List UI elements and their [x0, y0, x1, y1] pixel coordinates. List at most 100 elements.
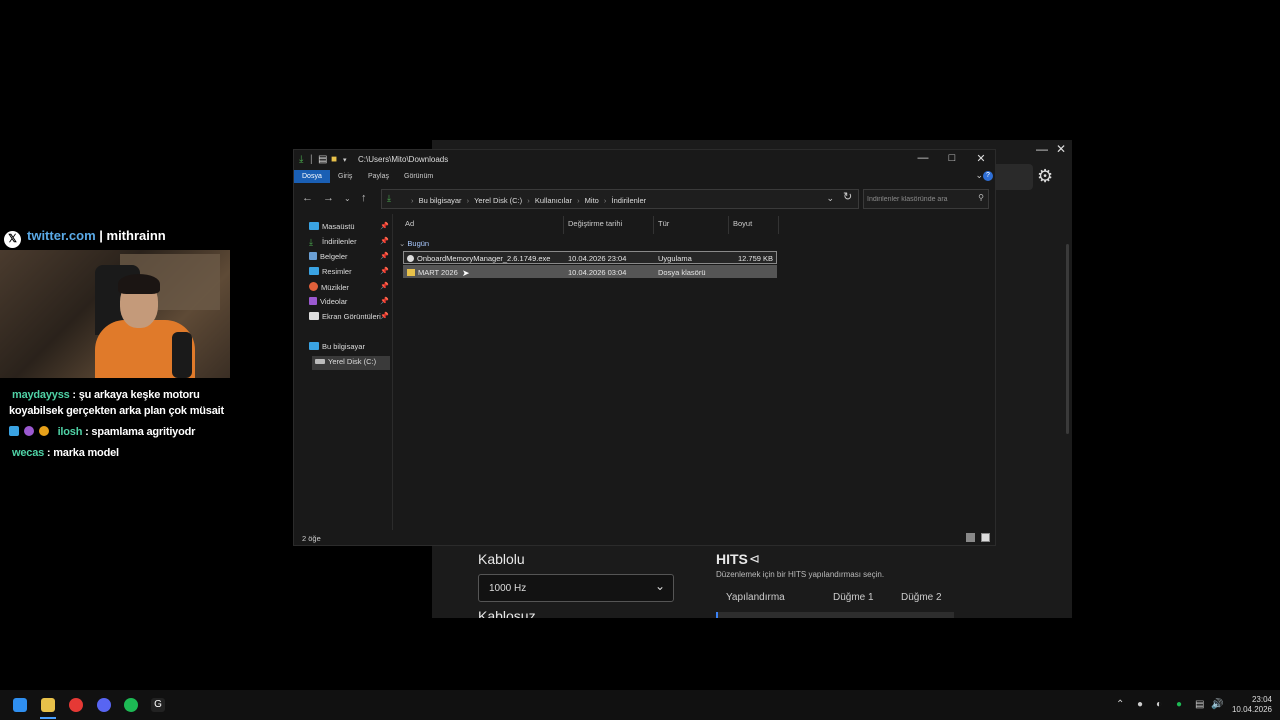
- help-icon[interactable]: ?: [983, 171, 993, 181]
- spotify-tray-icon[interactable]: ●: [1176, 699, 1182, 710]
- details-view-icon[interactable]: [966, 533, 975, 542]
- exe-icon: [407, 255, 414, 262]
- crumb-users[interactable]: Kullanıcılar: [535, 196, 572, 205]
- webcam-person-hair: [118, 274, 160, 294]
- large-icons-view-icon[interactable]: [981, 533, 990, 542]
- chevron-right-icon: ›: [527, 196, 530, 205]
- chat-message: ilosh : spamlama agritiyodr: [9, 426, 195, 438]
- column-modified[interactable]: Değiştirme tarihi: [568, 219, 622, 228]
- sidebar-item-videos[interactable]: Videolar 📌: [309, 297, 389, 311]
- status-bar: 2 öğe: [294, 530, 995, 546]
- file-name: OnboardMemoryManager_2.6.1749.exe: [417, 254, 551, 263]
- search-icon[interactable]: ⚲: [978, 193, 984, 202]
- crumb-mito[interactable]: Mito: [585, 196, 599, 205]
- pin-icon[interactable]: 📌: [380, 312, 389, 320]
- chevron-down-icon[interactable]: ⌄: [975, 170, 983, 181]
- column-divider[interactable]: [728, 216, 729, 234]
- network-icon[interactable]: ▤: [1195, 699, 1204, 710]
- share-icon[interactable]: ⊲: [749, 551, 760, 567]
- steam-tray-icon[interactable]: ◐: [1156, 699, 1162, 710]
- hits-col-config[interactable]: Yapılandırma: [726, 592, 785, 603]
- hits-col-button2[interactable]: Düğme 2: [901, 592, 942, 603]
- discord-tray-icon[interactable]: ●: [1137, 699, 1143, 710]
- chat-text: : şu arkaya keşke motoru: [72, 389, 200, 401]
- file-explorer-icon[interactable]: [41, 698, 55, 712]
- column-divider[interactable]: [563, 216, 564, 234]
- volume-icon[interactable]: 🔊: [1211, 699, 1223, 710]
- sidebar-item-local-disk[interactable]: Yerel Disk (C:): [312, 356, 390, 370]
- new-folder-icon[interactable]: ■: [331, 154, 337, 165]
- column-size[interactable]: Boyut: [733, 219, 752, 228]
- tab-share[interactable]: Paylaş: [360, 170, 397, 183]
- windows-start-icon[interactable]: [13, 698, 27, 712]
- polling-rate-select[interactable]: 1000 Hz ⌄: [478, 574, 674, 602]
- column-name[interactable]: Ad: [405, 219, 414, 228]
- hits-subtitle: Düzenlemek için bir HITS yapılandırması …: [716, 570, 885, 579]
- tab-file[interactable]: Dosya: [294, 170, 330, 183]
- spotify-icon[interactable]: [124, 698, 138, 712]
- address-bar[interactable]: ⤓ › Bu bilgisayar › Yerel Disk (C:) › Ku…: [381, 189, 859, 209]
- search-input[interactable]: [867, 193, 975, 205]
- back-arrow-icon[interactable]: ←: [302, 192, 313, 204]
- crumb-local-disk[interactable]: Yerel Disk (C:): [474, 196, 522, 205]
- discord-icon[interactable]: [97, 698, 111, 712]
- customize-chevron-icon[interactable]: ▾: [343, 156, 347, 164]
- group-header[interactable]: ⌄ Bugün: [399, 239, 429, 248]
- chevron-down-icon[interactable]: ⌄: [826, 193, 834, 204]
- maximize-icon[interactable]: □: [942, 152, 962, 164]
- column-divider[interactable]: [653, 216, 654, 234]
- close-icon[interactable]: ✕: [1056, 142, 1066, 156]
- file-explorer-window: ⤓ | ▤ ■ ▾ C:\Users\Mito\Downloads — □ ✕ …: [293, 149, 996, 546]
- sidebar-item-downloads[interactable]: ⤓ İndirilenler 📌: [309, 237, 389, 251]
- crumb-this-pc[interactable]: Bu bilgisayar: [419, 196, 462, 205]
- clock-date: 10.04.2026: [1231, 705, 1272, 714]
- minimize-icon[interactable]: —: [913, 152, 933, 164]
- close-icon[interactable]: ✕: [971, 152, 991, 165]
- webcam-feed: [0, 250, 230, 378]
- forward-arrow-icon[interactable]: →: [323, 192, 334, 204]
- up-arrow-icon[interactable]: ↑: [361, 192, 367, 204]
- clock-time: 23:04: [1251, 695, 1272, 704]
- pin-icon[interactable]: 📌: [380, 282, 389, 290]
- sidebar-item-label: Ekran Görüntüleri: [322, 312, 381, 321]
- search-box[interactable]: ⚲: [863, 189, 989, 209]
- pin-icon[interactable]: 📌: [380, 237, 389, 245]
- gear-icon[interactable]: ⚙: [1037, 166, 1053, 187]
- tab-home[interactable]: Giriş: [330, 170, 360, 183]
- title-bar[interactable]: ⤓ | ▤ ■ ▾ C:\Users\Mito\Downloads — □ ✕: [294, 150, 995, 170]
- pin-icon[interactable]: 📌: [380, 252, 389, 260]
- wired-title: Kablolu: [478, 551, 525, 567]
- crumb-downloads[interactable]: İndirilenler: [612, 196, 647, 205]
- minimize-icon[interactable]: —: [1036, 142, 1048, 156]
- column-type[interactable]: Tür: [658, 219, 669, 228]
- twitter-site: twitter.com: [27, 228, 96, 243]
- chevron-up-icon[interactable]: ⌃: [1116, 699, 1124, 710]
- g-hub-icon[interactable]: G: [151, 698, 165, 712]
- sidebar-item-documents[interactable]: Belgeler 📌: [309, 252, 389, 266]
- sidebar-item-music[interactable]: Müzikler 📌: [309, 282, 389, 296]
- pin-icon[interactable]: 📌: [380, 297, 389, 305]
- twitter-user: mithrainn: [106, 228, 166, 243]
- chat-message: maydayyss : şu arkaya keşke motoru: [9, 389, 200, 401]
- badge-icon: [38, 426, 49, 436]
- taskbar-clock[interactable]: 23:04 10.04.2026: [1232, 695, 1272, 715]
- sidebar-item-this-pc[interactable]: Bu bilgisayar: [309, 342, 389, 356]
- recent-chevron-icon[interactable]: ⌄: [344, 194, 351, 203]
- sidebar-item-screenshots[interactable]: Ekran Görüntüleri 📌: [309, 312, 389, 326]
- table-row[interactable]: MART 2026 10.04.2026 03:04 Dosya klasörü: [403, 265, 777, 278]
- column-divider[interactable]: [778, 216, 779, 234]
- sidebar-item-desktop[interactable]: Masaüstü 📌: [309, 222, 389, 236]
- refresh-icon[interactable]: ↻: [843, 190, 852, 203]
- chrome-icon[interactable]: [69, 698, 83, 712]
- table-row[interactable]: OnboardMemoryManager_2.6.1749.exe 10.04.…: [403, 251, 777, 264]
- tab-view[interactable]: Görünüm: [396, 170, 441, 183]
- chat-user: maydayyss: [12, 389, 70, 401]
- properties-icon[interactable]: ▤: [318, 154, 327, 165]
- pin-icon[interactable]: 📌: [380, 267, 389, 275]
- hits-col-button1[interactable]: Düğme 1: [833, 592, 874, 603]
- hits-config-row[interactable]: [716, 612, 954, 618]
- pin-icon[interactable]: 📌: [380, 222, 389, 230]
- scrollbar[interactable]: [1066, 244, 1069, 434]
- computer-icon: [309, 342, 319, 350]
- sidebar-item-pictures[interactable]: Resimler 📌: [309, 267, 389, 281]
